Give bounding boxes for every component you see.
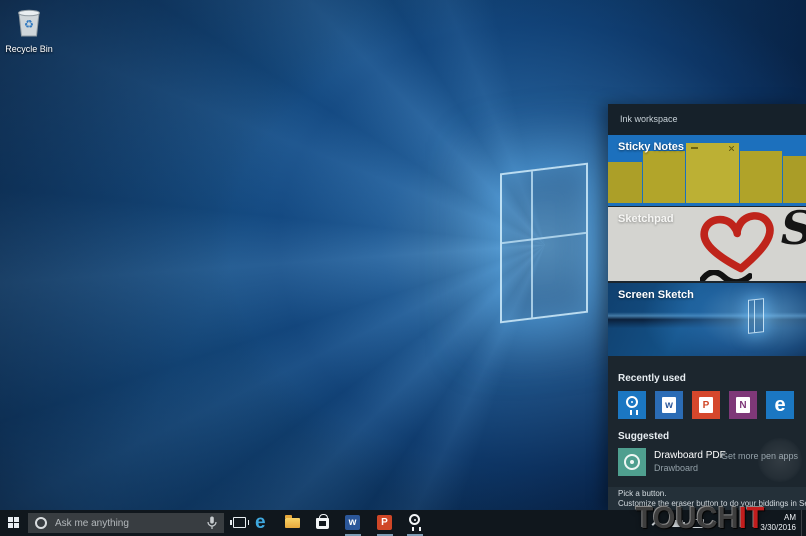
- powerpoint-icon: P: [699, 397, 713, 413]
- search-input[interactable]: [47, 518, 207, 529]
- sketchpad-card[interactable]: S Sketchpad: [608, 207, 806, 281]
- recycle-bin-icon[interactable]: ♻ Recycle Bin: [2, 6, 56, 54]
- ink-workspace-title: Ink workspace: [620, 114, 678, 124]
- folder-icon: [285, 518, 300, 528]
- tray-clock[interactable]: AM 3/30/2016: [736, 513, 796, 533]
- edge-icon: e: [255, 512, 266, 534]
- drawboard-icon: [618, 448, 646, 476]
- svg-text:♻: ♻: [24, 19, 34, 31]
- sticky-notes-label: Sticky Notes: [618, 141, 684, 153]
- taskbar-powerpoint[interactable]: P: [373, 510, 397, 536]
- screen-sketch-label: Screen Sketch: [618, 289, 694, 301]
- panel-footer: Pick a button. Customize the eraser butt…: [608, 487, 806, 510]
- sketchpad-label: Sketchpad: [618, 213, 674, 225]
- word-icon: w: [662, 397, 676, 413]
- clock-time: AM: [736, 513, 796, 523]
- desktop: ♻ Recycle Bin Ink workspace Sticky Notes…: [0, 0, 806, 536]
- sticky-note: [643, 151, 685, 203]
- screen-sketch-card[interactable]: Screen Sketch: [608, 283, 806, 356]
- trash-can-icon: ♻: [14, 6, 44, 38]
- footer-line1: Pick a button.: [618, 489, 666, 498]
- display-icon: [691, 519, 704, 528]
- footer-line2: Customize the eraser button to do your b…: [618, 499, 806, 508]
- recent-app-edge[interactable]: e: [766, 391, 794, 419]
- edge-icon: e: [774, 395, 785, 415]
- cortana-search-box[interactable]: [28, 513, 224, 533]
- taskbar-edge[interactable]: e: [251, 510, 275, 536]
- suggested-app-subtitle: Drawboard: [654, 463, 698, 473]
- microphone-icon[interactable]: [207, 516, 217, 530]
- suggested-app-title: Drawboard PDF: [654, 450, 726, 461]
- recent-app-onenote[interactable]: N: [729, 391, 757, 419]
- chevron-up-icon: [652, 520, 662, 530]
- suggested-label: Suggested: [618, 431, 669, 442]
- tray-battery[interactable]: [668, 510, 686, 536]
- tray-show-hidden-icons[interactable]: [648, 510, 666, 536]
- taskbar: e w P AM 3/30/2016: [0, 510, 806, 536]
- onenote-icon: N: [736, 397, 750, 413]
- taskbar-camera-app[interactable]: [403, 510, 427, 536]
- taskbar-word[interactable]: w: [341, 510, 365, 536]
- word-icon: w: [345, 515, 360, 530]
- sticky-note: [686, 143, 739, 203]
- recent-app-powerpoint[interactable]: P: [692, 391, 720, 419]
- task-view-button[interactable]: [228, 510, 252, 536]
- recently-used-label: Recently used: [618, 373, 686, 384]
- sticky-note: [740, 151, 782, 203]
- recent-app-camera[interactable]: [618, 391, 646, 419]
- cortana-icon: [35, 517, 47, 529]
- clock-date: 3/30/2016: [736, 523, 796, 533]
- powerpoint-icon: P: [377, 515, 392, 530]
- taskbar-file-explorer[interactable]: [281, 510, 305, 536]
- sticky-note: [783, 156, 806, 203]
- blackletter-drawing-fragment: S: [781, 207, 806, 255]
- webcam-icon: [626, 396, 638, 408]
- ink-workspace-panel: Ink workspace Sticky Notes S Sketchpad S…: [608, 104, 806, 510]
- show-desktop-button[interactable]: [801, 510, 806, 536]
- webcam-icon: [409, 514, 420, 525]
- recent-app-word[interactable]: w: [655, 391, 683, 419]
- touch-indicator: [758, 438, 802, 482]
- battery-icon: [671, 520, 683, 527]
- screenshot-window-logo: [748, 298, 764, 334]
- start-button[interactable]: [0, 510, 28, 536]
- ink-squiggle: [700, 270, 752, 281]
- taskbar-store[interactable]: [311, 510, 335, 536]
- wallpaper-window-logo: [500, 163, 588, 324]
- ink-workspace-header: Ink workspace: [608, 104, 806, 135]
- recycle-bin-label: Recycle Bin: [2, 44, 56, 54]
- sticky-notes-card[interactable]: Sticky Notes: [608, 135, 806, 206]
- tray-display[interactable]: [688, 510, 706, 536]
- windows-logo-icon: [8, 517, 20, 529]
- task-view-icon: [233, 517, 246, 528]
- sticky-note: [608, 162, 642, 203]
- store-bag-icon: [316, 518, 329, 529]
